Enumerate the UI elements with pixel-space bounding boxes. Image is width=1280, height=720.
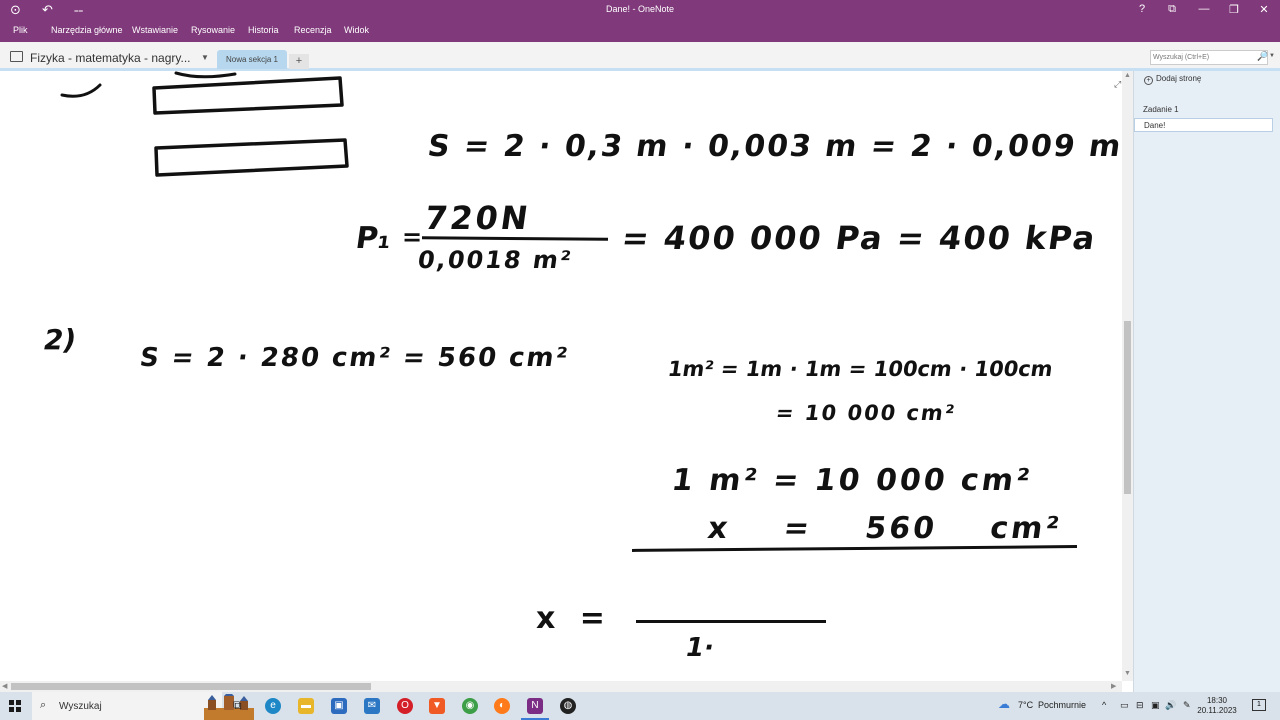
opera-icon[interactable]: O <box>397 698 413 714</box>
scroll-down-icon[interactable]: ▼ <box>1124 670 1131 677</box>
tab-insert[interactable]: Wstawianie <box>132 25 178 35</box>
volume-icon[interactable]: 🔊 <box>1165 700 1176 711</box>
page-item-dane[interactable]: Dane! <box>1134 118 1273 132</box>
ink-proportion-line1: 1 m² = 10 000 cm² <box>669 463 1035 498</box>
ink-task2-area: S = 2 · 280 cm² = 560 cm² <box>137 343 572 373</box>
page-item-zadanie-1[interactable]: Zadanie 1 <box>1134 103 1273 117</box>
notebook-icon[interactable] <box>10 51 23 62</box>
add-page-icon: + <box>1144 76 1153 85</box>
clock-date: 20.11.2023 <box>1197 706 1237 715</box>
scroll-up-icon[interactable]: ▲ <box>1124 72 1131 79</box>
firefox-icon[interactable]: ◐ <box>494 698 510 714</box>
ribbon-tabs: Plik Narzędzia główne Wstawianie Rysowan… <box>0 21 1280 42</box>
expand-page-icon[interactable]: ⤢ <box>1114 79 1121 90</box>
vertical-scrollbar[interactable]: ▲ ▼ <box>1122 71 1133 681</box>
file-explorer-icon[interactable]: ▬ <box>298 698 314 714</box>
window-title: Dane! - OneNote <box>605 4 675 14</box>
ink-answer-denominator: 1· <box>686 633 714 663</box>
windows-start-icon[interactable] <box>9 700 21 712</box>
taskbar-search-label: Wyszukaj <box>59 701 102 712</box>
ink-task2-label: 2) <box>44 323 77 356</box>
tab-review[interactable]: Recenzja <box>294 25 332 35</box>
add-page-button[interactable]: + Dodaj stronę <box>1144 74 1201 85</box>
scroll-right-icon[interactable]: ▶ <box>1111 682 1116 690</box>
scroll-left-icon[interactable]: ◀ <box>2 682 7 690</box>
task-view-icon[interactable]: ⧉ <box>233 698 242 713</box>
section-tab[interactable]: Nowa sekcja 1 <box>217 50 287 69</box>
add-page-label: Dodaj stronę <box>1156 74 1202 83</box>
horizontal-scroll-thumb[interactable] <box>11 683 371 690</box>
onenote-icon[interactable]: N <box>527 698 543 714</box>
network-icon[interactable]: ⊟ <box>1136 700 1144 711</box>
help-button[interactable]: ? <box>1132 3 1152 15</box>
store-icon[interactable]: ▣ <box>331 698 347 714</box>
clock-time: 18:30 <box>1206 696 1228 705</box>
ink-conversion-line2: = 10 000 cm² <box>774 401 958 425</box>
taskbar-search[interactable]: ⌕ Wyszukaj <box>32 692 254 720</box>
close-button[interactable]: ✕ <box>1254 3 1274 16</box>
tab-view[interactable]: Widok <box>344 25 369 35</box>
device-icon[interactable]: ▭ <box>1120 700 1129 711</box>
pen-icon[interactable]: ✎ <box>1183 700 1191 711</box>
horizontal-scrollbar[interactable]: ◀ ▶ <box>0 681 1122 692</box>
system-clock[interactable]: 18:30 20.11.2023 <box>1196 696 1238 716</box>
mail-icon[interactable]: ✉ <box>364 698 380 714</box>
ink-proportion-line2: x = 560 cm² <box>705 511 1065 546</box>
notebook-dropdown-icon[interactable]: ▼ <box>201 53 209 62</box>
notebook-bar: Fizyka - matematyka - nagry... ▼ Nowa se… <box>0 42 1280 71</box>
tab-home[interactable]: Narzędzia główne <box>51 25 123 35</box>
search-icon: ⌕ <box>40 699 47 711</box>
taskbar: ⌕ Wyszukaj ⧉ e ▬ ▣ ✉ O ▼ ◉ ◐ N ◍ ☁ 7°C P… <box>0 692 1280 720</box>
notebook-name[interactable]: Fizyka - matematyka - nagry... <box>30 51 190 65</box>
show-hidden-icons-icon[interactable]: ^ <box>1102 700 1106 710</box>
weather-condition[interactable]: Pochmurnie <box>1038 700 1086 710</box>
search-highlight-castle-icon <box>204 694 254 720</box>
minimize-button[interactable]: — <box>1194 3 1214 15</box>
ink-numerator: 720N <box>422 199 534 237</box>
weather-temperature[interactable]: 7°C <box>1018 700 1033 710</box>
ink-x-equals: x = <box>536 601 605 636</box>
obs-icon[interactable]: ◍ <box>560 698 576 714</box>
ink-area-formula: S = 2 · 0,3 m · 0,003 m = 2 · 0,009 m² =… <box>425 129 1122 164</box>
page-list-pane: + Dodaj stronę Zadanie 1 Dane! <box>1133 71 1280 692</box>
tab-history[interactable]: Historia <box>248 25 279 35</box>
add-section-button[interactable]: + <box>289 54 309 69</box>
tab-draw[interactable]: Rysowanie <box>191 25 235 35</box>
fullscreen-button[interactable]: ⧉ <box>1162 3 1182 16</box>
ink-pressure-label: P₁ <box>353 221 394 256</box>
ink-answer-fraction-bar <box>636 620 826 623</box>
display-icon[interactable]: ▣ <box>1151 700 1160 711</box>
search-scope-dropdown-icon[interactable]: ▼ <box>1269 53 1275 59</box>
page-canvas[interactable]: S = 2 · 0,3 m · 0,003 m = 2 · 0,009 m² =… <box>0 71 1122 681</box>
weather-icon[interactable]: ☁ <box>998 697 1010 711</box>
ink-conversion-line1: 1m² = 1m · 1m = 100cm · 100cm <box>666 357 1055 381</box>
title-bar: ⊙ ↶ ⩵ Dane! - OneNote ? ⧉ — ❐ ✕ <box>0 0 1280 21</box>
chrome-icon[interactable]: ◉ <box>462 698 478 714</box>
vertical-scroll-thumb[interactable] <box>1124 321 1131 494</box>
notifications-icon[interactable]: 1 <box>1252 699 1266 711</box>
search-icon[interactable]: 🔎 <box>1257 51 1268 62</box>
tab-file[interactable]: Plik <box>13 25 28 35</box>
edge-icon[interactable]: e <box>265 698 281 714</box>
ink-pressure-result: = 400 000 Pa = 400 kPa <box>619 219 1100 257</box>
search-input[interactable]: Wyszukaj (Ctrl+E) <box>1150 50 1268 65</box>
ink-denominator: 0,0018 m² <box>416 246 575 274</box>
restore-button[interactable]: ❐ <box>1224 3 1244 16</box>
brave-icon[interactable]: ▼ <box>429 698 445 714</box>
